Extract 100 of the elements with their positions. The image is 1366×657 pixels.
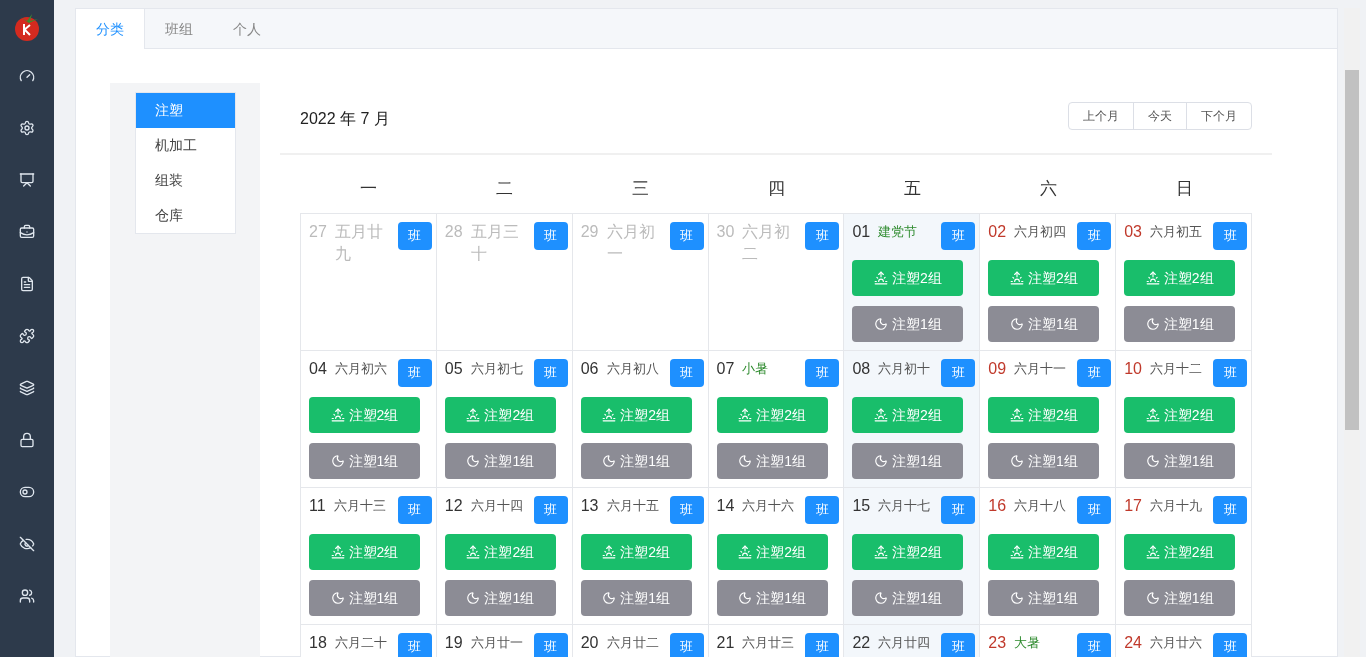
shift-button[interactable]: 注塑2组 bbox=[988, 260, 1100, 296]
shift-button[interactable]: 注塑1组 bbox=[580, 443, 692, 479]
day-cell[interactable]: 02 六月初四 班 注塑2组 注塑1组 bbox=[980, 214, 1117, 351]
category-item[interactable]: 注塑 bbox=[136, 93, 235, 128]
gauge-icon[interactable] bbox=[19, 68, 35, 84]
shift-button[interactable]: 注塑2组 bbox=[580, 534, 692, 570]
shift-button[interactable]: 注塑1组 bbox=[988, 580, 1100, 616]
category-item[interactable]: 组装 bbox=[136, 163, 235, 198]
shift-button[interactable]: 注塑1组 bbox=[580, 580, 692, 616]
shift-badge[interactable]: 班 bbox=[1213, 496, 1247, 524]
shift-button[interactable]: 注塑2组 bbox=[988, 397, 1100, 433]
shift-badge[interactable]: 班 bbox=[805, 496, 840, 524]
shift-button[interactable]: 注塑2组 bbox=[852, 260, 964, 296]
shift-badge[interactable]: 班 bbox=[1077, 496, 1112, 524]
nav-button[interactable]: 下个月 bbox=[1186, 103, 1251, 129]
shift-badge[interactable]: 班 bbox=[1213, 222, 1247, 250]
shift-badge[interactable]: 班 bbox=[669, 633, 704, 657]
shift-button[interactable]: 注塑1组 bbox=[309, 443, 420, 479]
day-cell[interactable]: 08 六月初十 班 注塑2组 注塑1组 bbox=[844, 351, 981, 488]
shift-badge[interactable]: 班 bbox=[1077, 359, 1112, 387]
shift-badge[interactable]: 班 bbox=[397, 633, 432, 657]
shift-badge[interactable]: 班 bbox=[805, 633, 840, 657]
shift-badge[interactable]: 班 bbox=[941, 222, 976, 250]
shift-badge[interactable]: 班 bbox=[1077, 633, 1112, 657]
shift-badge[interactable]: 班 bbox=[397, 496, 432, 524]
tab[interactable]: 个人 bbox=[213, 9, 281, 49]
day-cell[interactable]: 12 六月十四 班 注塑2组 注塑1组 bbox=[436, 488, 573, 625]
shift-badge[interactable]: 班 bbox=[1213, 359, 1247, 387]
category-item[interactable]: 机加工 bbox=[136, 128, 235, 163]
shift-button[interactable]: 注塑2组 bbox=[444, 397, 556, 433]
day-cell[interactable]: 22 六月廿四 班 bbox=[844, 625, 981, 657]
tab[interactable]: 分类 bbox=[76, 9, 145, 49]
shift-button[interactable]: 注塑2组 bbox=[716, 534, 828, 570]
day-cell[interactable]: 20 六月廿二 班 bbox=[572, 625, 709, 657]
day-cell[interactable]: 01 建党节 班 注塑2组 注塑1组 bbox=[844, 214, 981, 351]
day-cell[interactable]: 21 六月廿三 班 bbox=[708, 625, 845, 657]
shift-button[interactable]: 注塑1组 bbox=[1124, 306, 1236, 342]
day-cell[interactable]: 18 六月二十 班 bbox=[301, 625, 437, 657]
layers-icon[interactable] bbox=[19, 380, 35, 396]
shift-badge[interactable]: 班 bbox=[941, 633, 976, 657]
shift-button[interactable]: 注塑1组 bbox=[716, 580, 828, 616]
shift-button[interactable]: 注塑1组 bbox=[1124, 580, 1236, 616]
shift-badge[interactable]: 班 bbox=[533, 222, 568, 250]
briefcase-icon[interactable] bbox=[19, 224, 35, 240]
shift-button[interactable]: 注塑2组 bbox=[309, 397, 420, 433]
shift-badge[interactable]: 班 bbox=[941, 359, 976, 387]
shift-badge[interactable]: 班 bbox=[397, 222, 432, 250]
shift-button[interactable]: 注塑1组 bbox=[444, 580, 556, 616]
day-cell[interactable]: 05 六月初七 班 注塑2组 注塑1组 bbox=[436, 351, 573, 488]
shift-badge[interactable]: 班 bbox=[669, 222, 704, 250]
shift-button[interactable]: 注塑1组 bbox=[852, 443, 964, 479]
day-cell[interactable]: 16 六月十八 班 注塑2组 注塑1组 bbox=[980, 488, 1117, 625]
shift-button[interactable]: 注塑2组 bbox=[1124, 397, 1236, 433]
chart-board-icon[interactable] bbox=[19, 172, 35, 188]
shift-button[interactable]: 注塑2组 bbox=[1124, 260, 1236, 296]
shift-button[interactable]: 注塑2组 bbox=[988, 534, 1100, 570]
shift-button[interactable]: 注塑1组 bbox=[988, 443, 1100, 479]
day-cell[interactable]: 13 六月十五 班 注塑2组 注塑1组 bbox=[572, 488, 709, 625]
day-cell[interactable]: 30 六月初二 班 bbox=[708, 214, 845, 351]
shift-button[interactable]: 注塑1组 bbox=[444, 443, 556, 479]
shift-button[interactable]: 注塑1组 bbox=[1124, 443, 1236, 479]
day-cell[interactable]: 07 小暑 班 注塑2组 注塑1组 bbox=[708, 351, 845, 488]
tab[interactable]: 班组 bbox=[145, 9, 213, 49]
shift-badge[interactable]: 班 bbox=[1077, 222, 1112, 250]
day-cell[interactable]: 15 六月十七 班 注塑2组 注塑1组 bbox=[844, 488, 981, 625]
shift-button[interactable]: 注塑1组 bbox=[309, 580, 420, 616]
day-cell[interactable]: 10 六月十二 班 注塑2组 注塑1组 bbox=[1116, 351, 1252, 488]
shift-button[interactable]: 注塑1组 bbox=[852, 306, 964, 342]
shift-button[interactable]: 注塑2组 bbox=[444, 534, 556, 570]
shift-badge[interactable]: 班 bbox=[397, 359, 432, 387]
puzzle-icon[interactable] bbox=[19, 328, 35, 344]
shift-badge[interactable]: 班 bbox=[669, 496, 704, 524]
settings-icon[interactable] bbox=[19, 120, 35, 136]
day-cell[interactable]: 27 五月廿九 班 bbox=[301, 214, 437, 351]
day-cell[interactable]: 09 六月十一 班 注塑2组 注塑1组 bbox=[980, 351, 1117, 488]
shift-badge[interactable]: 班 bbox=[533, 633, 568, 657]
shift-button[interactable]: 注塑1组 bbox=[852, 580, 964, 616]
day-cell[interactable]: 06 六月初八 班 注塑2组 注塑1组 bbox=[572, 351, 709, 488]
shift-button[interactable]: 注塑2组 bbox=[309, 534, 420, 570]
shift-button[interactable]: 注塑1组 bbox=[988, 306, 1100, 342]
category-item[interactable]: 仓库 bbox=[136, 198, 235, 233]
day-cell[interactable]: 03 六月初五 班 注塑2组 注塑1组 bbox=[1116, 214, 1252, 351]
shift-badge[interactable]: 班 bbox=[533, 359, 568, 387]
users-icon[interactable] bbox=[19, 588, 35, 604]
document-icon[interactable] bbox=[19, 276, 35, 292]
shift-button[interactable]: 注塑1组 bbox=[716, 443, 828, 479]
nav-button[interactable]: 上个月 bbox=[1069, 103, 1133, 129]
shift-badge[interactable]: 班 bbox=[1213, 633, 1247, 657]
day-cell[interactable]: 23 大暑 班 bbox=[980, 625, 1117, 657]
shift-button[interactable]: 注塑2组 bbox=[852, 534, 964, 570]
shift-badge[interactable]: 班 bbox=[533, 496, 568, 524]
lock-icon[interactable] bbox=[19, 432, 35, 448]
shift-button[interactable]: 注塑2组 bbox=[852, 397, 964, 433]
shift-button[interactable]: 注塑2组 bbox=[580, 397, 692, 433]
shift-badge[interactable]: 班 bbox=[941, 496, 976, 524]
day-cell[interactable]: 19 六月廿一 班 bbox=[436, 625, 573, 657]
shift-badge[interactable]: 班 bbox=[805, 222, 840, 250]
day-cell[interactable]: 04 六月初六 班 注塑2组 注塑1组 bbox=[301, 351, 437, 488]
nav-button[interactable]: 今天 bbox=[1133, 103, 1186, 129]
day-cell[interactable]: 14 六月十六 班 注塑2组 注塑1组 bbox=[708, 488, 845, 625]
